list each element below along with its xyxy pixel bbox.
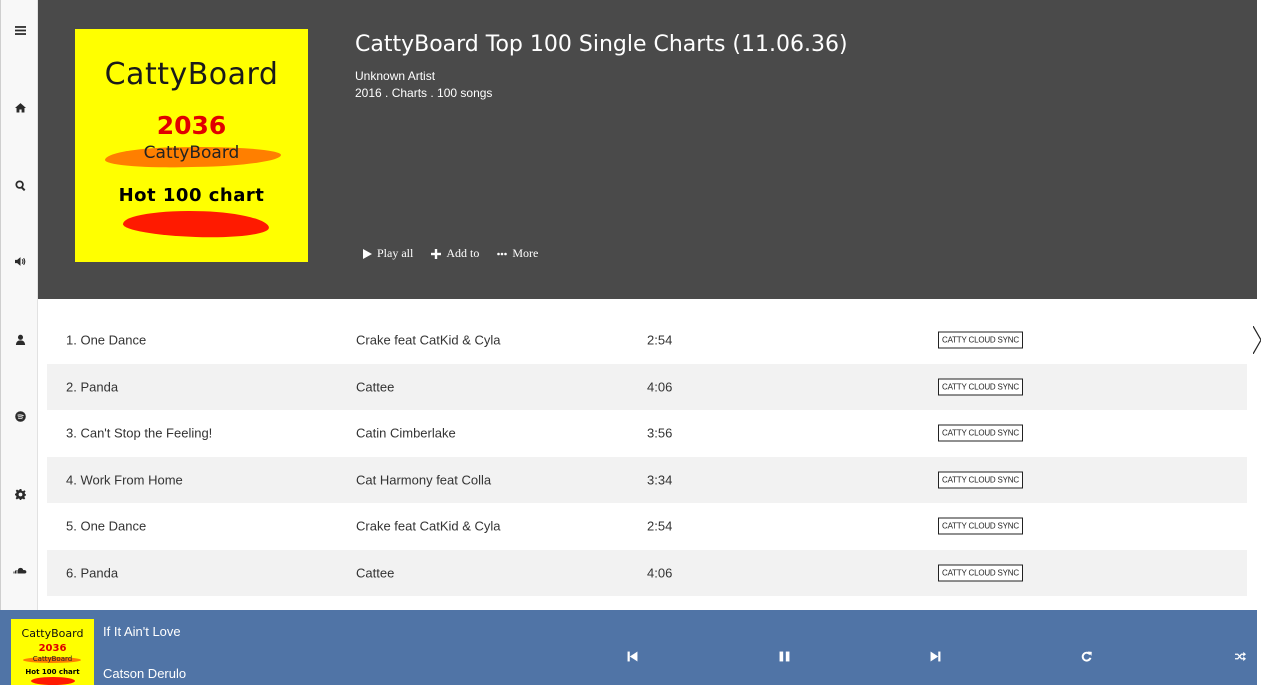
spotify-icon [14,410,26,422]
menu-button[interactable] [1,20,39,40]
user-icon [15,334,25,345]
album-header: CattyBoard 2036 CattyBoard Hot 100 chart… [38,0,1257,299]
add-to-label: Add to [446,246,480,260]
repeat-icon [1081,651,1092,662]
source-badge: CATTY CLOUD SYNC [938,424,1023,442]
source-badge: CATTY CLOUD SYNC [938,517,1023,535]
play-all-label: Play all [377,246,414,260]
cover-brush-stroke-red [31,677,75,685]
cover-year: 2036 [156,111,227,140]
menu-icon [14,25,26,35]
now-playing-cover[interactable]: CattyBoard 2036 CattyBoard Hot 100 chart [11,619,94,685]
play-icon [363,248,372,259]
track-row[interactable]: 3. Can't Stop the Feeling! Catin Cimberl… [47,410,1247,457]
album-meta: 2016 . Charts . 100 songs [355,86,493,100]
home-icon [14,102,26,112]
soundcloud-icon [13,567,27,573]
cover-chart-label: Hot 100 chart [118,185,265,206]
settings-button[interactable] [1,484,39,504]
volume-button[interactable] [1,251,39,271]
sidebar [0,0,38,610]
next-button[interactable] [928,649,942,663]
player-bar: CattyBoard 2036 CattyBoard Hot 100 chart [0,610,1257,685]
add-to-button[interactable]: Add to [431,246,479,261]
track-title: 5. One Dance [66,518,147,534]
pause-button[interactable] [777,649,791,663]
play-all-button[interactable]: Play all [362,246,413,261]
track-row[interactable]: 6. Panda Cattee 4:06 CATTY CLOUD SYNC [47,549,1247,596]
track-row[interactable]: 2. Panda Cattee 4:06 CATTY CLOUD SYNC [47,363,1247,410]
cover-year: 2036 [38,643,67,654]
track-duration: 2:54 [647,332,673,348]
cover-title: CattyBoard [104,57,279,92]
source-badge: CATTY CLOUD SYNC [938,331,1023,349]
track-title: 3. Can't Stop the Feeling! [66,425,213,441]
gear-icon [14,488,26,500]
album-actions: Play all Add to More [362,246,538,261]
previous-button[interactable] [625,649,639,663]
track-artist[interactable]: Crake feat CatKid & Cyla [356,333,501,348]
home-button[interactable] [1,97,39,117]
user-button[interactable] [1,329,39,349]
spotify-button[interactable] [1,406,39,426]
next-icon [930,651,940,661]
track-row[interactable]: 4. Work From Home Cat Harmony feat Colla… [47,456,1247,503]
more-button[interactable]: More [497,246,538,261]
track-artist[interactable]: Cattee [356,379,394,394]
track-artist[interactable]: Catin Cimberlake [356,426,456,441]
shuffle-button[interactable] [1233,649,1247,663]
track-title: 1. One Dance [66,332,147,348]
track-title: 6. Panda [66,565,119,581]
plus-icon [431,248,442,259]
repeat-button[interactable] [1079,649,1093,663]
previous-icon [627,651,637,661]
track-artist[interactable]: Cattee [356,565,394,580]
ellipsis-icon [497,252,508,255]
soundcloud-button[interactable] [1,560,39,580]
shuffle-icon [1234,651,1246,661]
track-artist[interactable]: Cat Harmony feat Colla [356,472,491,487]
album-cover: CattyBoard 2036 CattyBoard Hot 100 chart [75,29,308,262]
cover-subtitle: CattyBoard [143,143,240,163]
cover-title: CattyBoard [21,627,84,640]
track-duration: 4:06 [647,565,673,581]
search-button[interactable] [1,175,39,195]
track-row[interactable]: 1. One Dance Crake feat CatKid & Cyla 2:… [47,317,1247,364]
track-duration: 3:56 [647,425,673,441]
cover-subtitle: CattyBoard [32,655,73,663]
track-artist[interactable]: Crake feat CatKid & Cyla [356,519,501,534]
track-duration: 2:54 [647,518,673,534]
track-list: 1. One Dance Crake feat CatKid & Cyla 2:… [47,317,1247,596]
now-playing-title[interactable]: If It Ain't Love [103,624,181,639]
album-title: CattyBoard Top 100 Single Charts (11.06.… [355,32,848,57]
track-title: 2. Panda [66,379,119,395]
track-title: 4. Work From Home [66,472,183,488]
volume-icon [14,256,25,266]
track-duration: 3:34 [647,472,673,488]
cover-chart-label: Hot 100 chart [25,668,80,676]
source-badge: CATTY CLOUD SYNC [938,471,1023,489]
pause-icon [779,651,789,661]
track-duration: 4:06 [647,379,673,395]
now-playing-artist[interactable]: Catson Derulo [103,666,186,681]
source-badge: CATTY CLOUD SYNC [938,378,1023,396]
cover-brush-stroke-red [122,208,270,240]
search-icon [14,179,25,191]
more-label: More [512,246,539,260]
track-row[interactable]: 5. One Dance Crake feat CatKid & Cyla 2:… [47,503,1247,550]
source-badge: CATTY CLOUD SYNC [938,564,1023,582]
album-artist[interactable]: Unknown Artist [355,69,435,83]
chevron-right-icon[interactable] [1253,326,1261,354]
